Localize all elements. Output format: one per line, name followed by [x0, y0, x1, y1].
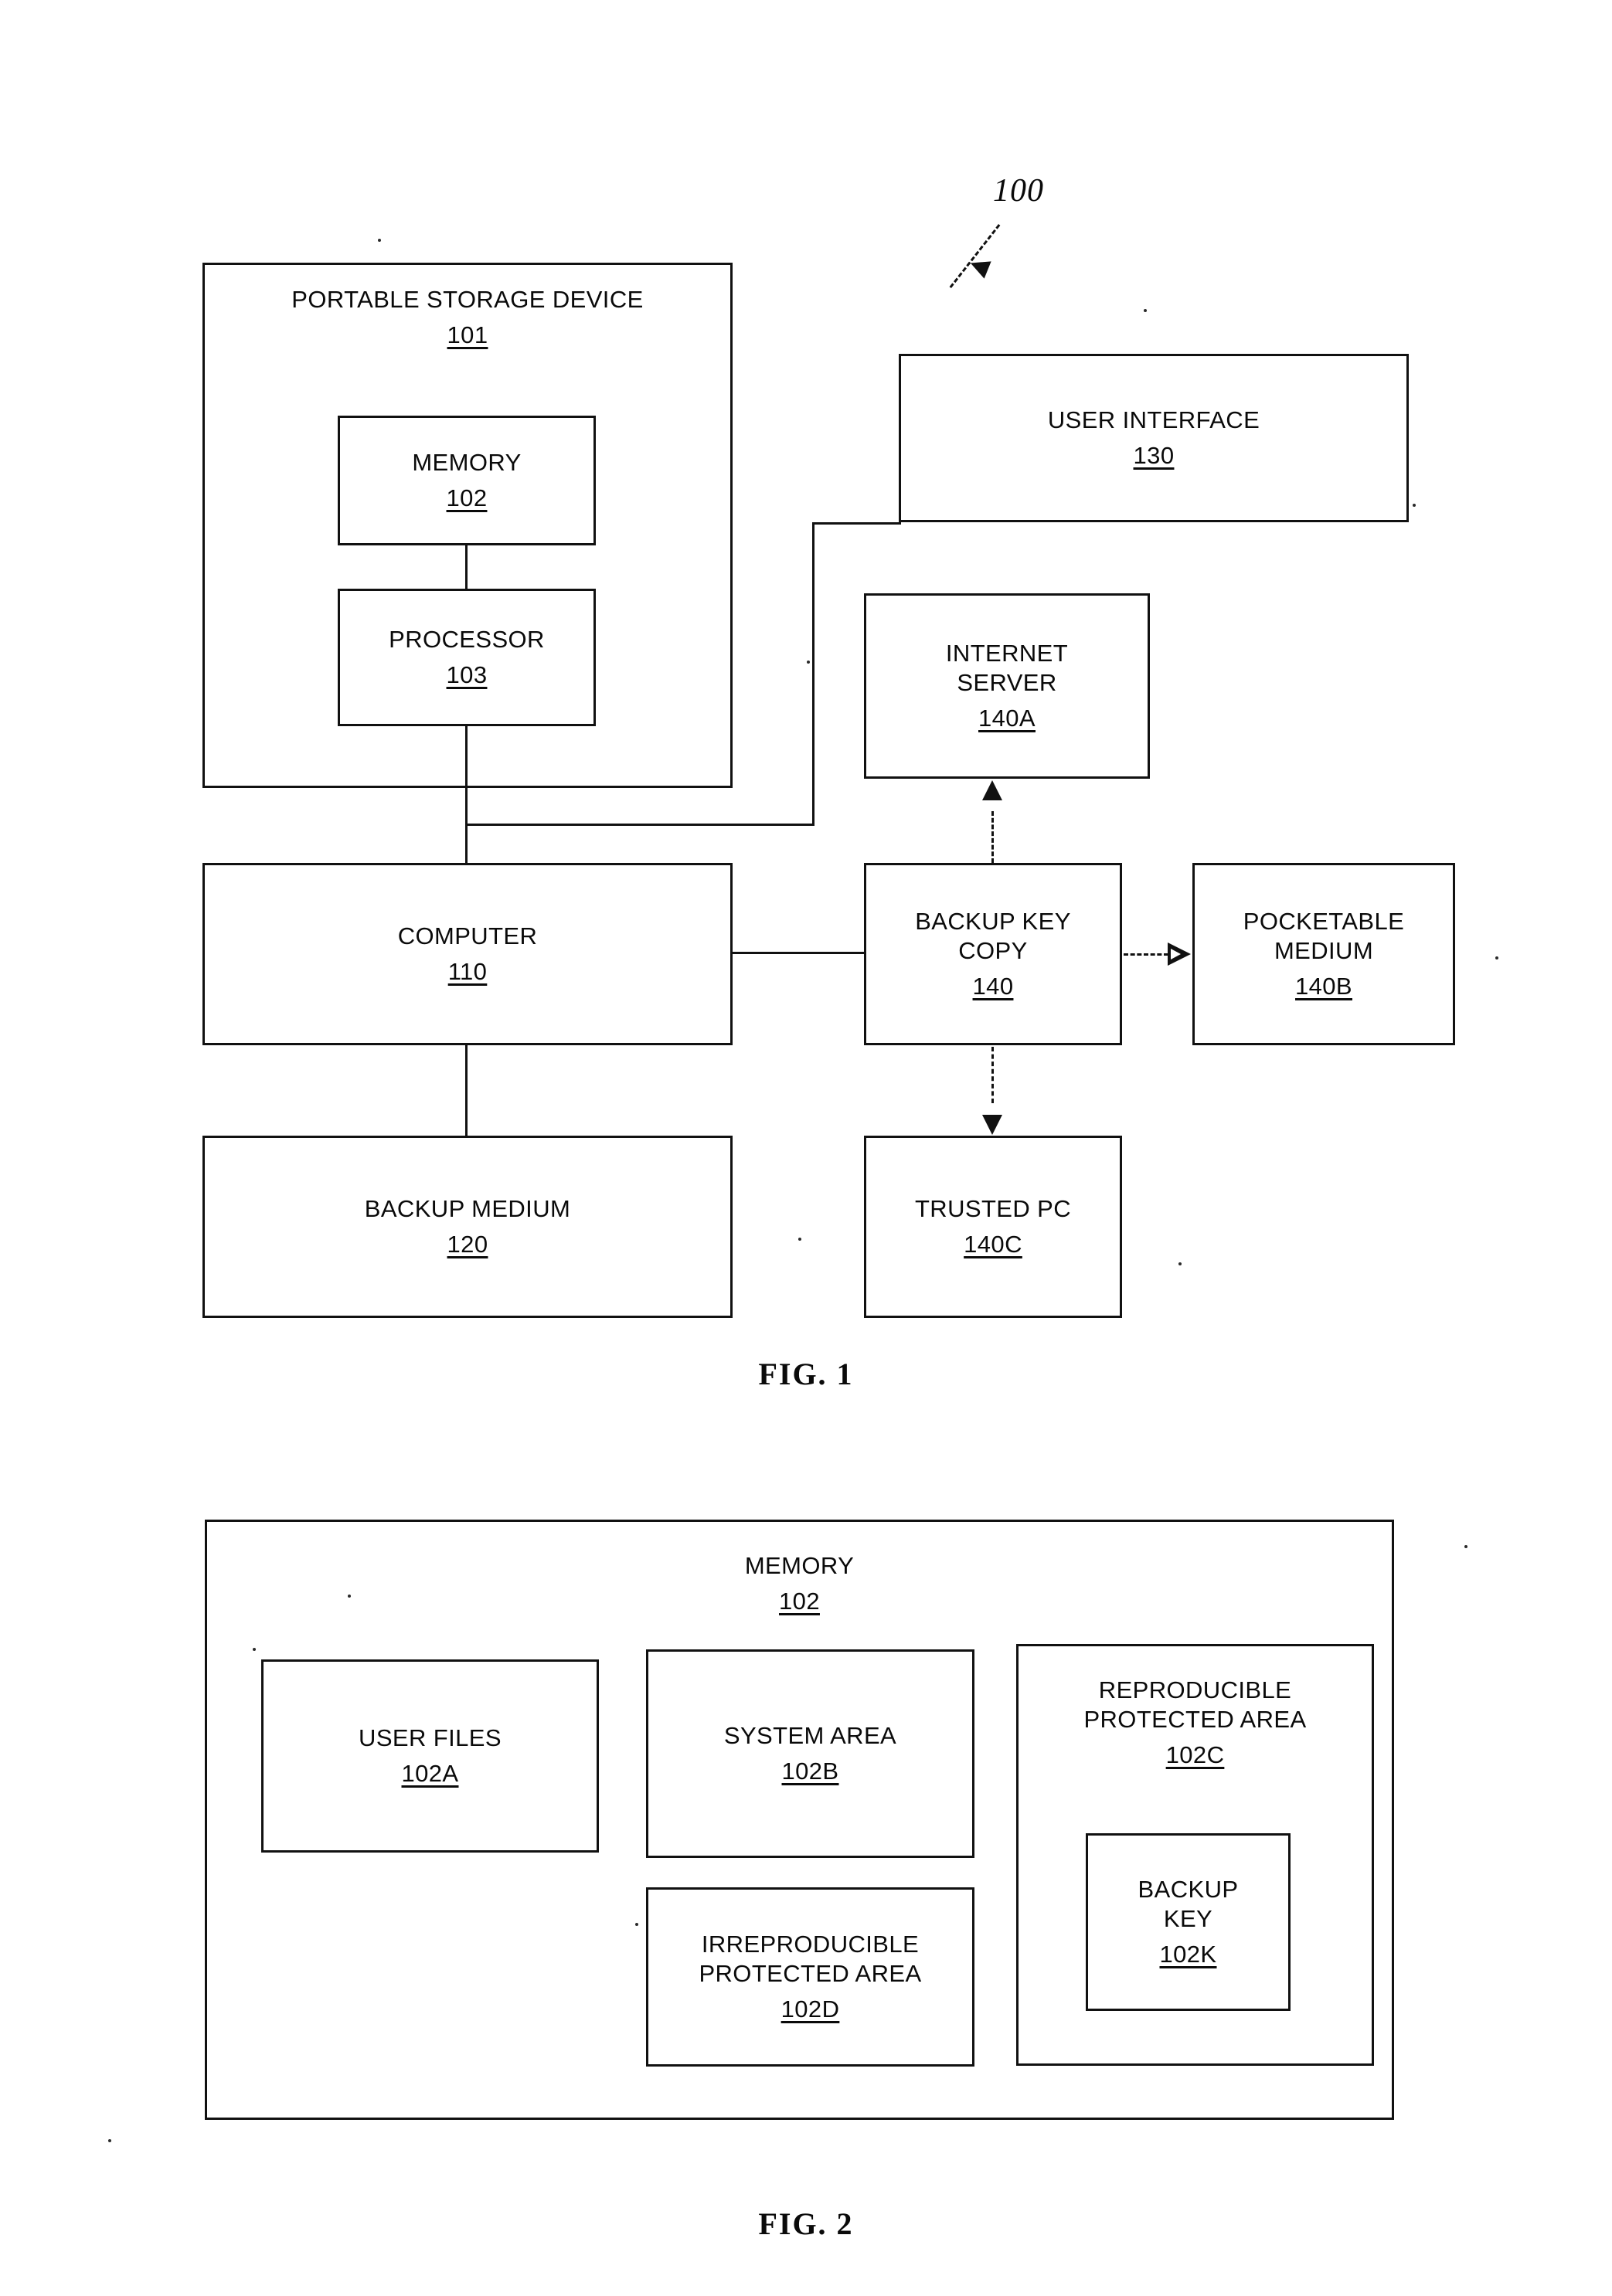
scan-speck: [1464, 1545, 1467, 1548]
figure-caption-2: FIG. 2: [758, 2206, 854, 2241]
scan-speck: [253, 1648, 256, 1651]
block-title-system-area: SYSTEM AREA: [723, 1722, 897, 1750]
scan-speck: [1178, 1262, 1182, 1265]
block-ref-backup-key-copy: 140: [972, 972, 1014, 1000]
connector-backup-key-to-trusted-pc: [991, 1047, 994, 1103]
connector-backup-key-to-internet-server: [991, 811, 994, 863]
arrow-up-icon-internet-server: [982, 780, 1002, 800]
block-title-backup-key: BACKUP KEY: [1138, 1876, 1239, 1933]
block-title-computer: COMPUTER: [397, 922, 538, 950]
block-pocketable-medium: POCKETABLE MEDIUM 140B: [1192, 863, 1455, 1045]
block-ref-memory: 102: [446, 484, 488, 511]
block-ref-reproducible-protected-area: 102C: [1165, 1741, 1225, 1768]
block-system-area: SYSTEM AREA 102B: [646, 1649, 974, 1858]
block-title-backup-key-copy: BACKUP KEY COPY: [915, 908, 1071, 965]
block-computer: COMPUTER 110: [202, 863, 733, 1045]
block-trusted-pc: TRUSTED PC 140C: [864, 1136, 1122, 1318]
scan-speck: [348, 1595, 351, 1598]
block-ref-computer: 110: [447, 958, 488, 985]
block-backup-key: BACKUP KEY 102K: [1086, 1833, 1291, 2011]
scan-speck: [1144, 309, 1147, 312]
block-backup-medium: BACKUP MEDIUM 120: [202, 1136, 733, 1318]
scan-speck: [108, 2139, 111, 2142]
connector-user-interface-entry: [812, 522, 901, 525]
connector-backup-key-to-pocketable-medium: [1124, 953, 1168, 956]
block-title-processor: PROCESSOR: [389, 626, 545, 654]
patent-drawing-sheet: 100 PORTABLE STORAGE DEVICE 101 MEMORY 1…: [0, 0, 1612, 2296]
block-title-backup-medium: BACKUP MEDIUM: [364, 1195, 571, 1223]
scan-speck: [378, 239, 381, 242]
block-user-files: USER FILES 102A: [261, 1659, 599, 1853]
connector-computer-to-backup-key-copy: [733, 952, 866, 954]
connector-psd-to-user-interface-horizontal: [465, 824, 815, 826]
scan-speck: [807, 661, 810, 664]
block-ref-pocketable-medium: 140B: [1295, 972, 1352, 1000]
block-ref-irreproducible-protected-area: 102D: [780, 1995, 840, 2023]
block-user-interface: USER INTERFACE 130: [899, 354, 1409, 522]
arrow-down-icon-trusted-pc: [982, 1115, 1002, 1135]
arrow-right-icon-pocketable-medium: [1168, 943, 1191, 966]
block-title-memory: MEMORY: [412, 449, 522, 477]
block-title-internet-server: INTERNET SERVER: [945, 640, 1069, 697]
block-ref-internet-server: 140A: [978, 704, 1036, 732]
block-title-reproducible-protected-area: REPRODUCIBLE PROTECTED AREA: [1083, 1676, 1307, 1733]
scan-speck: [798, 1238, 801, 1241]
block-title-irreproducible-protected-area: IRREPRODUCIBLE PROTECTED AREA: [699, 1931, 922, 1988]
block-ref-user-interface: 130: [1133, 442, 1175, 469]
block-ref-portable-storage-device: 101: [447, 321, 488, 348]
scan-speck: [635, 1923, 638, 1926]
connector-psd-to-user-interface-vertical: [812, 522, 815, 826]
block-title-memory-container: MEMORY: [744, 1552, 855, 1579]
scan-speck: [1495, 956, 1498, 959]
block-title-trusted-pc: TRUSTED PC: [914, 1195, 1072, 1223]
block-ref-processor: 103: [446, 661, 488, 688]
connector-memory-to-processor: [465, 545, 468, 589]
block-ref-backup-key: 102K: [1159, 1940, 1217, 1968]
block-title-portable-storage-device: PORTABLE STORAGE DEVICE: [291, 286, 644, 313]
connector-processor-to-computer: [465, 726, 468, 863]
block-irreproducible-protected-area: IRREPRODUCIBLE PROTECTED AREA 102D: [646, 1887, 974, 2067]
block-ref-trusted-pc: 140C: [964, 1231, 1022, 1258]
block-title-pocketable-medium: POCKETABLE MEDIUM: [1243, 908, 1405, 965]
block-title-user-files: USER FILES: [359, 1724, 502, 1752]
block-ref-system-area: 102B: [781, 1758, 839, 1785]
scan-speck: [1413, 504, 1416, 507]
block-ref-backup-medium: 120: [447, 1231, 488, 1258]
block-ref-memory-container: 102: [779, 1587, 820, 1615]
connector-computer-to-backup-medium: [465, 1045, 468, 1136]
block-title-user-interface: USER INTERFACE: [1047, 406, 1260, 434]
figure-callout-100: 100: [993, 173, 1044, 209]
figure-caption-1: FIG. 1: [758, 1357, 854, 1391]
block-backup-key-copy: BACKUP KEY COPY 140: [864, 863, 1122, 1045]
block-ref-user-files: 102A: [401, 1760, 459, 1787]
block-processor: PROCESSOR 103: [338, 589, 596, 726]
block-internet-server: INTERNET SERVER 140A: [864, 593, 1150, 779]
block-memory: MEMORY 102: [338, 416, 596, 545]
